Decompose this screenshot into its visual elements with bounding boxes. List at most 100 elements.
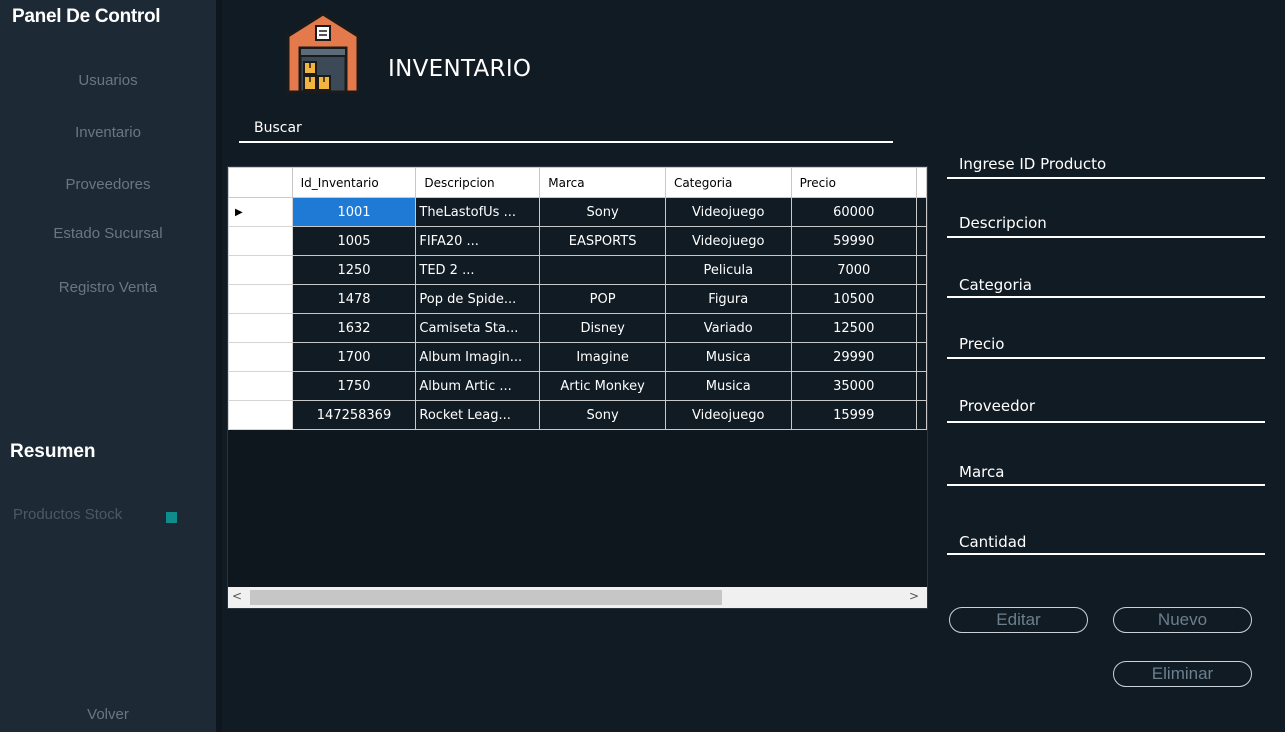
cell-id[interactable]: 1250 — [291, 255, 417, 285]
cell-categoria[interactable]: Pelicula — [664, 255, 792, 285]
scrollbar-thumb[interactable] — [250, 590, 722, 605]
column-header-id[interactable]: Id_Inventario — [291, 167, 417, 198]
cell-marca[interactable] — [539, 255, 666, 285]
cell-id[interactable]: 1001 — [291, 197, 417, 227]
sidebar: Panel De Control Usuarios Inventario Pro… — [0, 0, 216, 732]
cell-precio[interactable]: 59990 — [790, 226, 917, 256]
field-label-precio: Precio — [959, 335, 1005, 353]
sidebar-item-estado-sucursal[interactable]: Estado Sucursal — [0, 225, 216, 242]
cell-filler — [915, 255, 927, 285]
new-button[interactable]: Nuevo — [1113, 607, 1252, 633]
column-header-filler — [915, 167, 927, 198]
cell-precio[interactable]: 29990 — [790, 342, 917, 372]
horizontal-scrollbar[interactable]: < > — [228, 587, 927, 608]
cell-categoria[interactable]: Musica — [664, 371, 792, 401]
search-input[interactable] — [239, 141, 893, 143]
row-header[interactable] — [228, 255, 293, 285]
cell-filler — [915, 197, 927, 227]
cantidad-input[interactable] — [947, 553, 1265, 555]
current-row-icon: ▶ — [235, 206, 243, 218]
cell-categoria[interactable]: Figura — [664, 284, 792, 314]
scroll-right-icon[interactable]: > — [905, 589, 923, 603]
cell-descripcion[interactable]: Camiseta Sta... — [415, 313, 541, 343]
cell-precio[interactable]: 10500 — [790, 284, 917, 314]
field-label-id-producto: Ingrese ID Producto — [959, 155, 1107, 173]
sidebar-item-registro-venta[interactable]: Registro Venta — [0, 279, 216, 296]
cell-descripcion[interactable]: Pop de Spide... — [415, 284, 541, 314]
sidebar-item-usuarios[interactable]: Usuarios — [0, 72, 216, 89]
cell-precio[interactable]: 15999 — [790, 400, 917, 430]
row-header[interactable] — [228, 342, 293, 372]
stock-indicator — [166, 512, 177, 523]
field-label-descripcion: Descripcion — [959, 214, 1047, 232]
marca-input[interactable] — [947, 484, 1265, 486]
cell-id[interactable]: 1005 — [291, 226, 417, 256]
cell-filler — [915, 342, 927, 372]
sidebar-item-inventario[interactable]: Inventario — [0, 124, 216, 141]
row-header[interactable] — [228, 371, 293, 401]
cell-id[interactable]: 1478 — [291, 284, 417, 314]
cell-descripcion[interactable]: Rocket Leag... — [415, 400, 541, 430]
cell-marca[interactable]: Sony — [539, 197, 666, 227]
cell-categoria[interactable]: Variado — [664, 313, 792, 343]
column-header-marca[interactable]: Marca — [539, 167, 666, 198]
cell-categoria[interactable]: Videojuego — [664, 226, 792, 256]
cell-descripcion[interactable]: TheLastofUs ... — [415, 197, 541, 227]
row-header[interactable] — [228, 313, 293, 343]
table-row[interactable]: 1632 Camiseta Sta... Disney Variado 12500 — [228, 313, 927, 343]
table-row[interactable]: 1700 Album Imagin... Imagine Musica 29990 — [228, 342, 927, 372]
descripcion-input[interactable] — [947, 236, 1265, 238]
row-header-corner — [228, 167, 293, 198]
cell-filler — [915, 284, 927, 314]
row-header[interactable]: ▶ — [228, 197, 293, 227]
table-row[interactable]: 1478 Pop de Spide... POP Figura 10500 — [228, 284, 927, 314]
cell-marca[interactable]: Imagine — [539, 342, 666, 372]
cell-precio[interactable]: 7000 — [790, 255, 917, 285]
table-row[interactable]: 1005 FIFA20 ... EASPORTS Videojuego 59990 — [228, 226, 927, 256]
page-title: INVENTARIO — [388, 56, 532, 82]
precio-input[interactable] — [947, 357, 1265, 359]
cell-marca[interactable]: Artic Monkey — [539, 371, 666, 401]
row-header[interactable] — [228, 400, 293, 430]
cell-marca[interactable]: Sony — [539, 400, 666, 430]
column-header-descripcion[interactable]: Descripcion — [415, 167, 541, 198]
row-header[interactable] — [228, 226, 293, 256]
cell-precio[interactable]: 60000 — [790, 197, 917, 227]
scroll-left-icon[interactable]: < — [228, 589, 246, 603]
sidebar-title: Panel De Control — [12, 6, 161, 27]
cell-marca[interactable]: EASPORTS — [539, 226, 666, 256]
cell-descripcion[interactable]: Album Imagin... — [415, 342, 541, 372]
cell-precio[interactable]: 12500 — [790, 313, 917, 343]
sidebar-item-proveedores[interactable]: Proveedores — [0, 176, 216, 193]
row-header[interactable] — [228, 284, 293, 314]
inventory-grid[interactable]: Id_Inventario Descripcion Marca Categori… — [227, 166, 928, 609]
column-header-categoria[interactable]: Categoria — [664, 167, 792, 198]
table-row[interactable]: ▶ 1001 TheLastofUs ... Sony Videojuego 60000 — [228, 197, 927, 227]
cell-id[interactable]: 147258369 — [291, 400, 417, 430]
cell-categoria[interactable]: Videojuego — [664, 197, 792, 227]
cell-id[interactable]: 1632 — [291, 313, 417, 343]
cell-categoria[interactable]: Musica — [664, 342, 792, 372]
cell-marca[interactable]: POP — [539, 284, 666, 314]
cell-descripcion[interactable]: FIFA20 ... — [415, 226, 541, 256]
edit-button[interactable]: Editar — [949, 607, 1088, 633]
table-row[interactable]: 147258369 Rocket Leag... Sony Videojuego 159… — [228, 400, 927, 430]
cell-precio[interactable]: 35000 — [790, 371, 917, 401]
cell-descripcion[interactable]: TED 2 ... — [415, 255, 541, 285]
table-row[interactable]: 1250 TED 2 ... Pelicula 7000 — [228, 255, 927, 285]
proveedor-input[interactable] — [947, 421, 1265, 423]
cell-descripcion[interactable]: Album Artic ... — [415, 371, 541, 401]
field-label-categoria: Categoria — [959, 276, 1033, 294]
categoria-input[interactable] — [947, 296, 1265, 298]
cell-id[interactable]: 1700 — [291, 342, 417, 372]
inventory-table: Id_Inventario Descripcion Marca Categori… — [228, 167, 927, 430]
column-header-precio[interactable]: Precio — [790, 167, 917, 198]
table-row[interactable]: 1750 Album Artic ... Artic Monkey Musica 35… — [228, 371, 927, 401]
cell-id[interactable]: 1750 — [291, 371, 417, 401]
back-button[interactable]: Volver — [0, 706, 216, 723]
id-producto-input[interactable] — [947, 177, 1265, 179]
cell-marca[interactable]: Disney — [539, 313, 666, 343]
cell-categoria[interactable]: Videojuego — [664, 400, 792, 430]
cell-filler — [915, 400, 927, 430]
delete-button[interactable]: Eliminar — [1113, 661, 1252, 687]
